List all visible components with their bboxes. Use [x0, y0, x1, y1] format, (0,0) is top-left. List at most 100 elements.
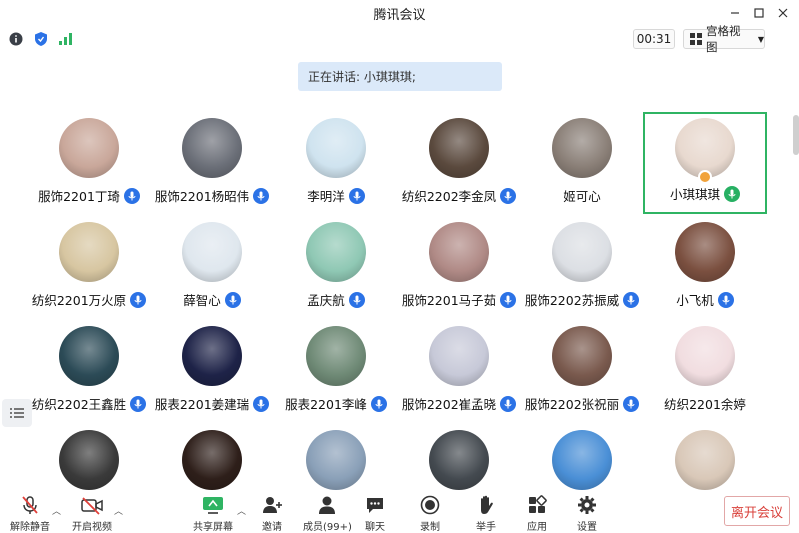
participant-avatar: [675, 118, 735, 178]
participant-name: 服饰2202苏振威: [524, 293, 620, 308]
mic-icon: [253, 187, 270, 204]
share-screen-button[interactable]: 共享屏幕: [193, 494, 233, 533]
info-icon[interactable]: [8, 31, 24, 47]
share-options-caret-icon[interactable]: ︿: [237, 504, 246, 517]
minimize-icon[interactable]: [725, 3, 745, 23]
participant-tile[interactable]: 小琪琪琪: [643, 112, 767, 214]
participant-avatar: [182, 430, 242, 490]
shield-icon[interactable]: [33, 31, 49, 47]
mic-muted-icon: [22, 496, 38, 514]
participant-name-row: 孟庆航: [274, 290, 398, 309]
apps-icon: [529, 495, 547, 513]
participant-avatar: [306, 222, 366, 282]
participant-tile[interactable]: 服饰2202苏振威: [520, 222, 644, 324]
participant-name-row: 服饰2202苏振威: [520, 290, 644, 309]
apps-label: 应用: [527, 522, 547, 533]
grid-scrollbar[interactable]: [793, 115, 799, 155]
participant-tile[interactable]: 小飞机: [643, 222, 767, 324]
chat-button[interactable]: 聊天: [364, 494, 386, 533]
participant-tile[interactable]: 服饰2201丁琦: [27, 118, 151, 220]
meeting-window: 腾讯会议 00:31 宫格视图 ▼ 正在讲话: 小琪琪琪; 服饰2201丁琦 服…: [0, 0, 799, 533]
gear-icon: [578, 496, 596, 514]
participant-name-row: 服饰2202张祝丽: [520, 394, 644, 413]
raise-hand-button[interactable]: 举手: [475, 494, 497, 533]
close-icon[interactable]: [773, 3, 793, 23]
participant-tile[interactable]: 纺织2201余婷: [643, 326, 767, 428]
mic-icon: [623, 291, 640, 308]
mic-icon: [370, 395, 387, 412]
participant-tile[interactable]: 服饰2202崔孟晓: [397, 326, 521, 428]
maximize-icon[interactable]: [749, 3, 769, 23]
audio-options-caret-icon[interactable]: ︿: [52, 504, 61, 517]
host-badge-icon: [698, 170, 712, 184]
participant-tile[interactable]: 薛智心: [150, 222, 274, 324]
participant-tile[interactable]: 纺织2201万火原: [27, 222, 151, 324]
title-bar: 腾讯会议: [0, 0, 799, 26]
participant-tile[interactable]: 纺织2202王鑫胜: [27, 326, 151, 428]
members-button[interactable]: 成员(99+): [303, 494, 352, 533]
participant-tile[interactable]: 服饰2202张祝丽: [520, 326, 644, 428]
mic-icon: [500, 187, 517, 204]
participant-name: 纺织2201余婷: [664, 397, 746, 412]
participant-avatar: [182, 118, 242, 178]
participant-name: 小琪琪琪: [669, 187, 720, 202]
participant-name: 服表2201姜建瑞: [154, 397, 250, 412]
participant-avatar: [429, 326, 489, 386]
participant-name: 服表2201李峰: [285, 397, 367, 412]
bottom-control-bar: 解除静音 ︿ 开启视频 ︿ 共享屏幕 ︿ 邀请 成员(99+) 聊天 录制 举手…: [0, 490, 799, 533]
participant-name-row: 姬可心: [520, 186, 644, 205]
participant-tile[interactable]: 服饰2201杨昭伟: [150, 118, 274, 220]
participant-name-row: 服饰2201丁琦: [27, 186, 151, 205]
participant-avatar: [552, 222, 612, 282]
mic-icon: [500, 395, 517, 412]
participant-avatar: [675, 326, 735, 386]
participant-avatar: [182, 222, 242, 282]
raise-hand-label: 举手: [476, 522, 496, 533]
share-screen-label: 共享屏幕: [193, 522, 233, 533]
side-panel-toggle[interactable]: [2, 399, 32, 427]
settings-button[interactable]: 设置: [576, 494, 598, 533]
participant-name: 纺织2201万火原: [31, 293, 127, 308]
participant-avatar: [429, 430, 489, 490]
start-video-button[interactable]: 开启视频: [72, 494, 112, 533]
apps-button[interactable]: 应用: [526, 494, 548, 533]
unmute-button[interactable]: 解除静音: [10, 494, 50, 533]
participant-avatar: [306, 118, 366, 178]
record-button[interactable]: 录制: [419, 494, 441, 533]
participant-avatar: [675, 222, 735, 282]
meeting-toolbar: 00:31 宫格视图 ▼: [0, 24, 799, 54]
mic-icon: [623, 395, 640, 412]
participant-name-row: 纺织2201万火原: [27, 290, 151, 309]
raise-hand-icon: [481, 495, 493, 514]
participant-tile[interactable]: 纺织2202李金凤: [397, 118, 521, 220]
participant-name: 服饰2201马子茹: [401, 293, 497, 308]
mic-icon: [130, 291, 147, 308]
window-title: 腾讯会议: [373, 7, 426, 23]
participant-name-row: 服表2201姜建瑞: [150, 394, 274, 413]
window-controls: [725, 3, 793, 23]
video-options-caret-icon[interactable]: ︿: [114, 504, 123, 517]
participant-name-row: 薛智心: [150, 290, 274, 309]
participant-tile[interactable]: 服饰2201马子茹: [397, 222, 521, 324]
participant-tile[interactable]: 姬可心: [520, 118, 644, 220]
participant-name-row: 服饰2202崔孟晓: [397, 394, 521, 413]
participant-tile[interactable]: 孟庆航: [274, 222, 398, 324]
participant-name-row: 服表2201李峰: [274, 394, 398, 413]
participant-tile[interactable]: 服表2201姜建瑞: [150, 326, 274, 428]
participant-avatar: [306, 326, 366, 386]
participant-name: 服饰2202张祝丽: [524, 397, 620, 412]
view-mode-label: 宫格视图: [705, 24, 741, 54]
signal-icon[interactable]: [57, 31, 75, 47]
participant-name: 孟庆航: [307, 293, 345, 308]
participant-avatar: [552, 326, 612, 386]
settings-label: 设置: [577, 522, 597, 533]
view-mode-button[interactable]: 宫格视图 ▼: [683, 24, 765, 54]
mic-icon: [348, 291, 365, 308]
participant-tile[interactable]: 李明洋: [274, 118, 398, 220]
participant-name: 薛智心: [183, 293, 221, 308]
leave-meeting-button[interactable]: 离开会议: [724, 496, 790, 526]
participant-tile[interactable]: 服表2201李峰: [274, 326, 398, 428]
mic-icon: [348, 187, 365, 204]
members-label: 成员(99+): [303, 522, 352, 533]
invite-button[interactable]: 邀请: [261, 494, 283, 533]
